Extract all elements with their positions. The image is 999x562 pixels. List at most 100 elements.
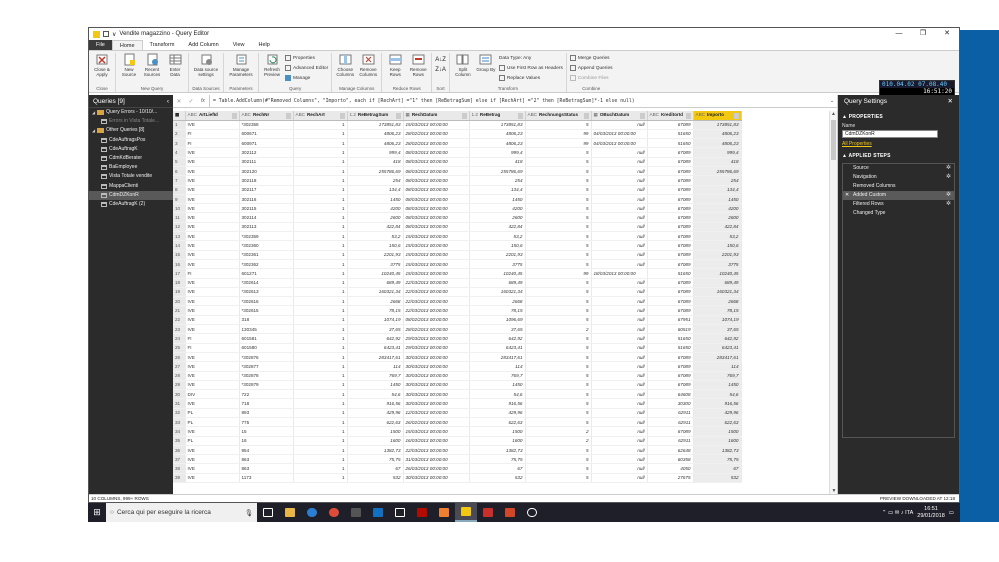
table-cell[interactable]: 29/03/2013 00:00:00 bbox=[403, 343, 470, 353]
table-cell[interactable]: 60519 bbox=[647, 324, 694, 335]
table-cell[interactable]: 67089 bbox=[647, 287, 694, 298]
table-row[interactable]: 22 IVE 318 1 1074,19 08/02/2013 00:00:00 1096,… bbox=[173, 315, 742, 326]
table-cell[interactable]: 67951 bbox=[647, 315, 694, 326]
table-row[interactable]: 14 IVE *302360 1 150,6 15/03/2013 00:00:00 150… bbox=[173, 240, 742, 251]
query-item[interactable]: CdmKdBerater bbox=[89, 154, 173, 163]
table-cell[interactable]: 5 bbox=[525, 454, 592, 465]
table-cell[interactable]: null bbox=[591, 203, 648, 214]
delete-step-icon[interactable]: ✕ bbox=[845, 191, 849, 200]
table-cell[interactable]: 10240,45 bbox=[469, 268, 526, 279]
table-cell[interactable]: 2600 bbox=[469, 212, 526, 223]
table-cell[interactable]: 30/03/2013 00:00:00 bbox=[403, 352, 470, 363]
table-cell[interactable]: null bbox=[591, 296, 648, 307]
table-row[interactable]: 18 IVE *302614 1 689,49 22/03/2013 00:00:00 68… bbox=[173, 278, 742, 288]
column-header-rechnungsstatus[interactable]: ABC RechnungsStatus bbox=[525, 111, 592, 121]
table-cell[interactable]: null bbox=[591, 231, 648, 242]
table-corner-menu[interactable]: ▦ bbox=[173, 111, 186, 121]
table-cell[interactable]: 1 bbox=[293, 287, 348, 298]
table-cell[interactable]: 26/02/2013 00:00:00 bbox=[403, 417, 470, 428]
table-cell[interactable]: 5 bbox=[525, 250, 592, 260]
table-cell[interactable]: 1500 bbox=[693, 426, 742, 437]
table-cell[interactable]: 5 bbox=[525, 231, 592, 242]
table-cell[interactable]: 622,63 bbox=[693, 417, 742, 428]
table-cell[interactable]: 5 bbox=[525, 296, 592, 307]
table-cell[interactable]: 1096,69 bbox=[469, 315, 526, 326]
column-header-artliefid[interactable]: ABC ArtLiefId bbox=[185, 111, 240, 121]
taskbar-clock[interactable]: 16:51 29/01/2018 bbox=[917, 506, 945, 520]
gear-icon[interactable]: ✲ bbox=[946, 173, 951, 182]
table-cell[interactable]: null bbox=[591, 454, 648, 465]
column-header-obuchdatum[interactable]: ▦ OBuchDatum bbox=[591, 111, 648, 121]
table-cell[interactable]: IVE bbox=[185, 371, 240, 381]
table-cell[interactable]: 418 bbox=[469, 157, 526, 168]
table-cell[interactable]: IVE bbox=[185, 203, 240, 214]
table-cell[interactable]: IVE bbox=[185, 212, 240, 223]
table-cell[interactable]: 08/03/2013 00:00:00 bbox=[403, 222, 470, 233]
table-cell[interactable]: 718 bbox=[239, 398, 294, 409]
table-cell[interactable]: 5 bbox=[525, 417, 592, 428]
remove-rows-button[interactable]: Remove Rows bbox=[408, 53, 428, 85]
table-cell[interactable]: null bbox=[591, 305, 648, 316]
table-cell[interactable]: 67089 bbox=[647, 166, 694, 177]
table-cell[interactable]: 67089 bbox=[647, 120, 694, 130]
table-cell[interactable]: 5 bbox=[525, 408, 592, 419]
table-cell[interactable]: *302614 bbox=[239, 278, 294, 288]
cancel-formula-button[interactable]: ✕ bbox=[173, 98, 185, 105]
table-cell[interactable]: PL bbox=[185, 436, 240, 446]
table-cell[interactable]: 28/02/2013 00:00:00 bbox=[403, 129, 470, 140]
properties-section-header[interactable]: ▲ PROPERTIES bbox=[842, 114, 955, 120]
table-cell[interactable]: IVE bbox=[185, 175, 240, 186]
table-row[interactable]: 13 IVE *302359 1 53,2 15/03/2013 00:00:00 53,2… bbox=[173, 231, 742, 242]
table-cell[interactable]: 1 bbox=[293, 240, 348, 251]
table-cell[interactable]: 2 bbox=[525, 426, 592, 437]
table-cell[interactable]: 30/03/2013 00:00:00 bbox=[403, 473, 470, 484]
table-cell[interactable]: 769,7 bbox=[693, 371, 742, 381]
column-type-icon[interactable]: ABC bbox=[528, 112, 537, 117]
query-item[interactable]: CdeAuftragsPos bbox=[89, 136, 173, 145]
table-cell[interactable]: null bbox=[591, 259, 648, 270]
table-cell[interactable]: 67089 bbox=[647, 222, 694, 233]
table-cell[interactable]: 53,2 bbox=[469, 231, 526, 242]
applied-step[interactable]: Removed Columns bbox=[843, 182, 954, 191]
table-cell[interactable]: 99 bbox=[525, 129, 592, 140]
table-cell[interactable]: FI bbox=[185, 129, 240, 140]
table-cell[interactable]: 1 bbox=[293, 305, 348, 316]
table-row[interactable]: 20 IVE *302616 1 2668 22/03/2013 00:00:00 2668… bbox=[173, 296, 742, 307]
table-row[interactable]: 5 IVE 302111 1 418 08/03/2013 00:00:00 418 5 nul… bbox=[173, 157, 742, 168]
manage-button[interactable]: Manage bbox=[285, 74, 328, 82]
table-cell[interactable]: null bbox=[591, 389, 648, 400]
table-cell[interactable]: null bbox=[591, 315, 648, 326]
table-cell[interactable]: PL bbox=[185, 417, 240, 428]
table-cell[interactable]: *302879 bbox=[239, 380, 294, 391]
table-cell[interactable]: 26/03/2013 00:00:00 bbox=[403, 463, 470, 474]
table-cell[interactable]: null bbox=[591, 408, 648, 419]
table-cell[interactable]: 916,56 bbox=[693, 398, 742, 409]
file-explorer-icon[interactable] bbox=[279, 503, 301, 522]
table-cell[interactable]: 5 bbox=[525, 463, 592, 474]
recent-sources-button[interactable]: Recent Sources bbox=[142, 53, 162, 85]
query-item[interactable]: BaEmployee bbox=[89, 163, 173, 172]
table-cell[interactable]: 1 bbox=[293, 398, 348, 409]
filter-dropdown-icon[interactable] bbox=[639, 112, 645, 119]
filter-dropdown-icon[interactable] bbox=[685, 112, 691, 119]
table-cell[interactable]: 5 bbox=[525, 120, 592, 130]
table-cell[interactable]: 15/03/2013 00:00:00 bbox=[403, 259, 470, 270]
table-cell[interactable]: *302616 bbox=[239, 296, 294, 307]
table-cell[interactable]: 160321,34 bbox=[469, 287, 526, 298]
tab-home[interactable]: Home bbox=[111, 40, 143, 50]
table-cell[interactable]: 1 bbox=[293, 278, 348, 288]
table-cell[interactable]: 67089 bbox=[647, 380, 694, 391]
table-cell[interactable]: 67089 bbox=[647, 212, 694, 223]
table-cell[interactable]: 28/02/2013 00:00:00 bbox=[403, 324, 470, 335]
table-cell[interactable]: 67089 bbox=[647, 157, 694, 168]
table-cell[interactable]: 22/03/2013 00:00:00 bbox=[403, 445, 470, 456]
expand-arrow-icon[interactable]: ◢ bbox=[92, 126, 95, 135]
table-cell[interactable]: 1 bbox=[293, 296, 348, 307]
table-cell[interactable]: 67089 bbox=[647, 250, 694, 260]
table-cell[interactable]: 5 bbox=[525, 166, 592, 177]
table-cell[interactable]: 642,92 bbox=[693, 333, 742, 344]
table-cell[interactable]: 1 bbox=[293, 175, 348, 186]
column-type-icon[interactable]: ▦ bbox=[406, 112, 410, 117]
table-cell[interactable]: *302359 bbox=[239, 231, 294, 242]
table-cell[interactable]: 5 bbox=[525, 371, 592, 381]
